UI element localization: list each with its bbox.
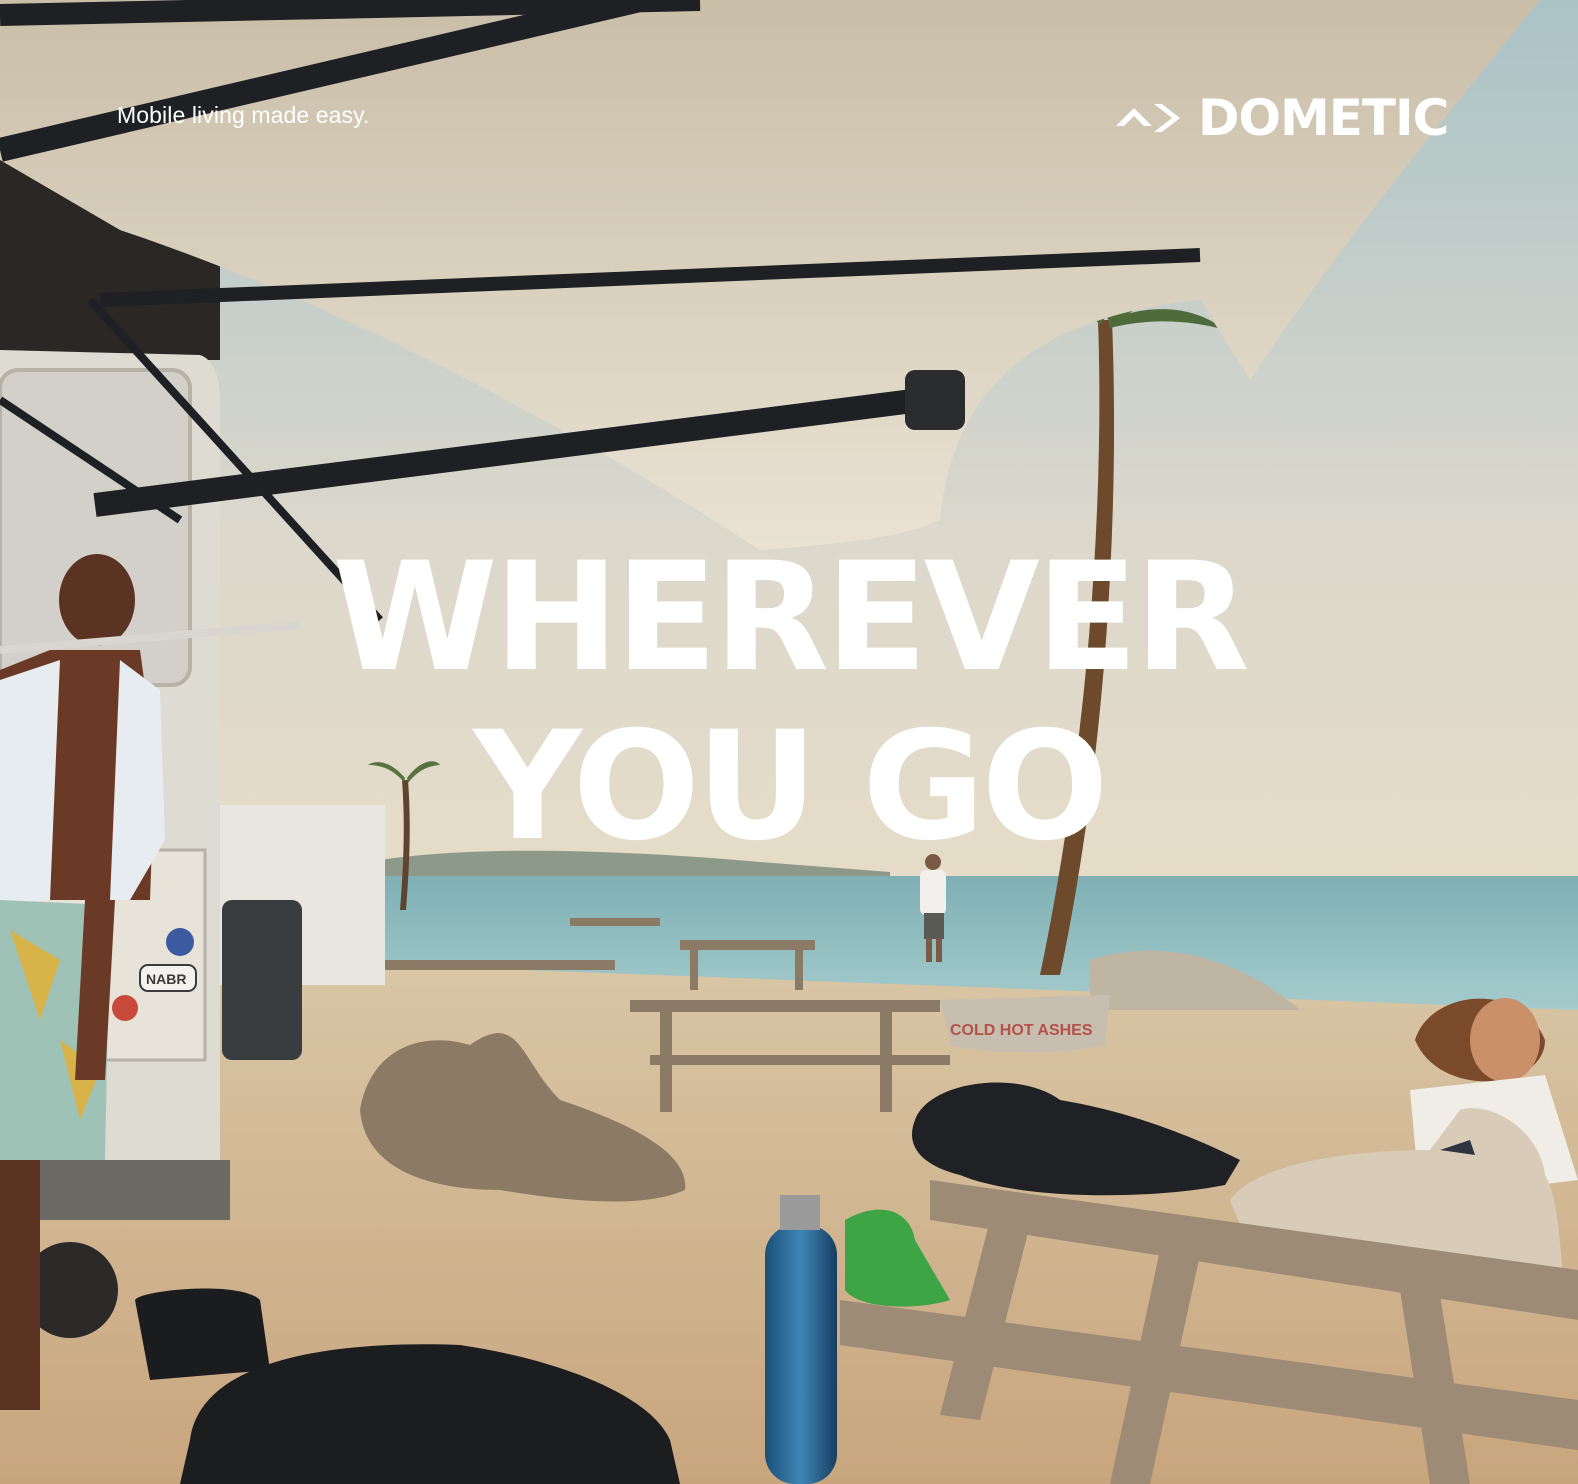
headline-line-1: WHEREVER [332, 531, 1249, 705]
scuba-tank [765, 1225, 837, 1484]
headline-line-2: YOU GO [473, 700, 1108, 874]
tagline: Mobile living made easy. [117, 102, 370, 128]
scuba-tank-valve [780, 1195, 820, 1230]
grey-cooler [222, 900, 302, 1060]
dometic-logo: DOMETIC [1116, 89, 1449, 147]
brand-name: DOMETIC [1198, 89, 1449, 147]
dometic-chevrons-icon [1116, 104, 1180, 132]
rv-sticker-label: NABR [146, 971, 186, 987]
black-equipment [135, 1288, 270, 1380]
ashes-bin-label: COLD HOT ASHES [950, 1022, 1093, 1039]
